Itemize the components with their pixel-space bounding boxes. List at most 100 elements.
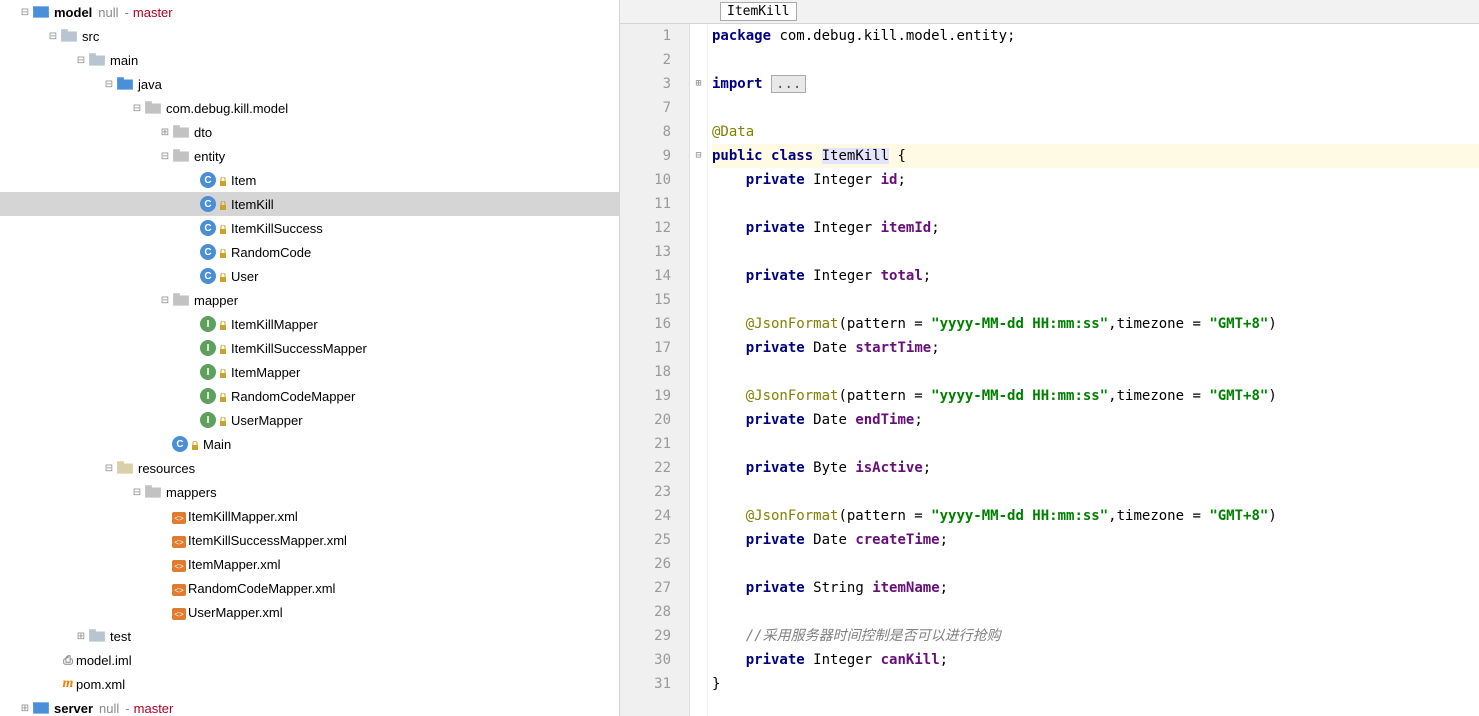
interface-icon: I: [200, 388, 216, 404]
tree-node-interface-itemkillmapper[interactable]: I ItemKillMapper: [0, 312, 619, 336]
line-number: 13: [620, 240, 671, 264]
collapse-icon[interactable]: ⊟: [130, 487, 144, 498]
tree-node-main[interactable]: ⊟ main: [0, 48, 619, 72]
code-line[interactable]: [712, 480, 1479, 504]
code-line[interactable]: private Date endTime;: [712, 408, 1479, 432]
expand-icon[interactable]: ⊞: [158, 127, 172, 138]
code-line[interactable]: package com.debug.kill.model.entity;: [712, 24, 1479, 48]
project-tree[interactable]: ⊟ model null - master ⊟ src ⊟ main ⊟ jav…: [0, 0, 620, 716]
code-line[interactable]: [712, 240, 1479, 264]
tree-node-dto[interactable]: ⊞ dto: [0, 120, 619, 144]
tree-node-pomxml[interactable]: m pom.xml: [0, 672, 619, 696]
package-label: dto: [194, 125, 212, 140]
tree-node-server[interactable]: ⊞ server null - master: [0, 696, 619, 716]
folder-label: src: [82, 29, 99, 44]
tree-node-package[interactable]: ⊟ com.debug.kill.model: [0, 96, 619, 120]
code-line[interactable]: [712, 288, 1479, 312]
folder-label: main: [110, 53, 138, 68]
folder-label: java: [138, 77, 162, 92]
code-line[interactable]: @JsonFormat(pattern = "yyyy-MM-dd HH:mm:…: [712, 312, 1479, 336]
tree-node-java[interactable]: ⊟ java: [0, 72, 619, 96]
code-line[interactable]: private Integer total;: [712, 264, 1479, 288]
collapse-icon[interactable]: ⊟: [158, 295, 172, 306]
tree-node-xml-usermapper[interactable]: <> UserMapper.xml: [0, 600, 619, 624]
code-line[interactable]: @JsonFormat(pattern = "yyyy-MM-dd HH:mm:…: [712, 504, 1479, 528]
code-line[interactable]: }: [712, 672, 1479, 696]
tree-node-xml-itemkillsuccessmapper[interactable]: <> ItemKillSuccessMapper.xml: [0, 528, 619, 552]
line-number: 24: [620, 504, 671, 528]
fold-column[interactable]: ⊞ ⊟: [690, 24, 708, 716]
code-line[interactable]: import ...: [712, 72, 1479, 96]
code-line[interactable]: private String itemName;: [712, 576, 1479, 600]
tree-node-class-user[interactable]: C User: [0, 264, 619, 288]
code-line[interactable]: private Date createTime;: [712, 528, 1479, 552]
interface-label: ItemKillMapper: [231, 317, 318, 332]
tree-node-mappers[interactable]: ⊟ mappers: [0, 480, 619, 504]
collapse-icon[interactable]: ⊟: [18, 7, 32, 18]
tree-node-xml-itemmapper[interactable]: <> ItemMapper.xml: [0, 552, 619, 576]
tree-node-xml-itemkillmapper[interactable]: <> ItemKillMapper.xml: [0, 504, 619, 528]
tree-node-interface-itemkillsuccessmapper[interactable]: I ItemKillSuccessMapper: [0, 336, 619, 360]
code-line[interactable]: [712, 48, 1479, 72]
code-line[interactable]: [712, 360, 1479, 384]
collapse-icon[interactable]: ⊟: [46, 31, 60, 42]
collapse-icon[interactable]: ⊟: [158, 151, 172, 162]
expand-icon[interactable]: ⊞: [74, 631, 88, 642]
package-label: com.debug.kill.model: [166, 101, 288, 116]
class-label: ItemKillSuccess: [231, 221, 323, 236]
package-icon: [144, 99, 162, 117]
source-folder-icon: [116, 75, 134, 93]
tree-node-class-main[interactable]: C Main: [0, 432, 619, 456]
fold-expand-icon[interactable]: ⊞: [690, 72, 707, 96]
fold-placeholder[interactable]: ...: [771, 75, 806, 93]
code-line[interactable]: @Data: [712, 120, 1479, 144]
tree-node-xml-randomcodemapper[interactable]: <> RandomCodeMapper.xml: [0, 576, 619, 600]
lock-icon: [218, 271, 228, 281]
collapse-icon[interactable]: ⊟: [74, 55, 88, 66]
expand-icon[interactable]: ⊞: [18, 703, 32, 714]
fold-collapse-icon[interactable]: ⊟: [690, 144, 707, 168]
tree-node-interface-itemmapper[interactable]: I ItemMapper: [0, 360, 619, 384]
tree-node-class-randomcode[interactable]: C RandomCode: [0, 240, 619, 264]
collapse-icon[interactable]: ⊟: [130, 103, 144, 114]
breadcrumb[interactable]: ItemKill: [620, 0, 1479, 24]
tree-node-src[interactable]: ⊟ src: [0, 24, 619, 48]
code-line[interactable]: [712, 432, 1479, 456]
tree-node-mapper[interactable]: ⊟ mapper: [0, 288, 619, 312]
code-line[interactable]: @JsonFormat(pattern = "yyyy-MM-dd HH:mm:…: [712, 384, 1479, 408]
collapse-icon[interactable]: ⊟: [102, 79, 116, 90]
tree-node-test[interactable]: ⊞ test: [0, 624, 619, 648]
tree-node-interface-randomcodemapper[interactable]: I RandomCodeMapper: [0, 384, 619, 408]
file-label: pom.xml: [76, 677, 125, 692]
line-number: 26: [620, 552, 671, 576]
code-line[interactable]: [712, 552, 1479, 576]
tree-node-class-itemkillsuccess[interactable]: C ItemKillSuccess: [0, 216, 619, 240]
code-line[interactable]: private Integer itemId;: [712, 216, 1479, 240]
folder-icon: [144, 483, 162, 501]
tree-node-resources[interactable]: ⊟ resources: [0, 456, 619, 480]
code-line[interactable]: public class ItemKill {: [712, 144, 1479, 168]
tree-node-interface-usermapper[interactable]: I UserMapper: [0, 408, 619, 432]
code-line[interactable]: [712, 600, 1479, 624]
code-editor[interactable]: 1 2 3 7 8 9 10 11 12 13 14 15 16 17 18 1…: [620, 24, 1479, 716]
tree-node-entity[interactable]: ⊟ entity: [0, 144, 619, 168]
code-line[interactable]: private Date startTime;: [712, 336, 1479, 360]
tree-node-modeliml[interactable]: ⎙ model.iml: [0, 648, 619, 672]
tree-node-class-item[interactable]: C Item: [0, 168, 619, 192]
code-line[interactable]: private Integer id;: [712, 168, 1479, 192]
code-line[interactable]: //采用服务器时间控制是否可以进行抢购: [712, 624, 1479, 648]
line-number: 27: [620, 576, 671, 600]
code-line[interactable]: private Integer canKill;: [712, 648, 1479, 672]
code-line[interactable]: [712, 96, 1479, 120]
tree-node-model[interactable]: ⊟ model null - master: [0, 0, 619, 24]
code-line[interactable]: private Byte isActive;: [712, 456, 1479, 480]
collapse-icon[interactable]: ⊟: [102, 463, 116, 474]
interface-label: ItemKillSuccessMapper: [231, 341, 367, 356]
line-number: 12: [620, 216, 671, 240]
interface-label: RandomCodeMapper: [231, 389, 355, 404]
code-content[interactable]: package com.debug.kill.model.entity; imp…: [708, 24, 1479, 716]
breadcrumb-class[interactable]: ItemKill: [720, 2, 797, 21]
line-number: 21: [620, 432, 671, 456]
tree-node-class-itemkill[interactable]: C ItemKill: [0, 192, 619, 216]
code-line[interactable]: [712, 192, 1479, 216]
